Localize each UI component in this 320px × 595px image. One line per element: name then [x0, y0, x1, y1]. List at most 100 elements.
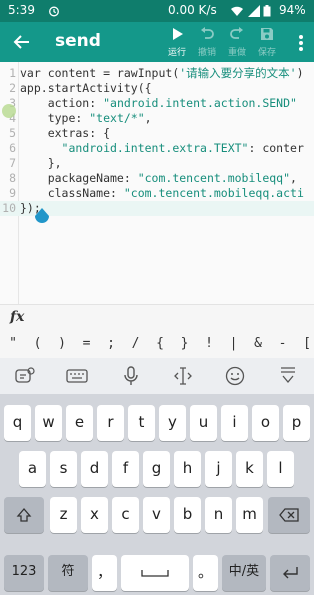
- undo-button[interactable]: 撤销: [193, 26, 221, 60]
- key-y[interactable]: y: [159, 405, 186, 441]
- key-u[interactable]: u: [190, 405, 217, 441]
- code-line[interactable]: 5 extras: {: [0, 126, 314, 141]
- key-k[interactable]: k: [236, 451, 263, 487]
- key-x[interactable]: x: [81, 497, 108, 533]
- code-line[interactable]: 3 action: "android.intent.action.SEND": [0, 96, 314, 111]
- space-bar-icon: [141, 569, 169, 577]
- key-o[interactable]: o: [252, 405, 279, 441]
- period-key[interactable]: 。: [193, 555, 218, 591]
- comma-key[interactable]: ，: [92, 555, 117, 591]
- network-speed: 0.00 K/s: [168, 3, 217, 17]
- app-toolbar: send 运行 撤销 重做 保存: [0, 22, 314, 62]
- symbol-key[interactable]: (: [28, 336, 48, 351]
- key-e[interactable]: e: [66, 405, 93, 441]
- symbol-bar: " () =; / {}! | & -[: [0, 332, 314, 358]
- code-line[interactable]: 1 var content = rawInput('请输入要分享的文本'): [0, 66, 314, 81]
- battery-icon: [263, 5, 271, 17]
- key-h[interactable]: h: [174, 451, 201, 487]
- symbol-key[interactable]: =: [77, 336, 97, 351]
- symbol-key[interactable]: ): [52, 336, 72, 351]
- redo-button[interactable]: 重做: [223, 26, 251, 60]
- selection-handle-left[interactable]: [2, 104, 16, 118]
- code-line[interactable]: 8 packageName: "com.tencent.mobileqq",: [0, 171, 314, 186]
- cursor-handle[interactable]: [34, 208, 50, 228]
- key-d[interactable]: d: [81, 451, 108, 487]
- backspace-key[interactable]: [268, 497, 310, 533]
- key-l[interactable]: l: [267, 451, 294, 487]
- language-switch-key[interactable]: 中/英: [222, 555, 266, 591]
- key-q[interactable]: q: [4, 405, 31, 441]
- symbol-key[interactable]: }: [175, 336, 195, 351]
- line-number: 8: [9, 171, 16, 185]
- space-key[interactable]: [121, 555, 189, 591]
- symbol-key[interactable]: [: [297, 336, 317, 351]
- play-icon: [173, 28, 183, 40]
- symbol-key[interactable]: /: [126, 336, 146, 351]
- code-text: },: [20, 156, 62, 170]
- save-icon: [261, 28, 273, 40]
- symbol-key[interactable]: !: [199, 336, 219, 351]
- code-text: extras: {: [20, 126, 111, 140]
- key-f[interactable]: f: [112, 451, 139, 487]
- symbols-key[interactable]: 符: [48, 555, 88, 591]
- line-number: 7: [9, 156, 16, 170]
- code-line[interactable]: 4 type: "text/*",: [0, 111, 314, 126]
- keyboard-icon[interactable]: [66, 366, 88, 386]
- more-options-icon[interactable]: [298, 34, 304, 52]
- alarm-icon: [49, 6, 59, 17]
- undo-icon: [201, 27, 214, 39]
- enter-key[interactable]: [270, 555, 310, 591]
- key-t[interactable]: t: [128, 405, 155, 441]
- key-w[interactable]: w: [35, 405, 62, 441]
- collapse-keyboard-icon[interactable]: [277, 366, 299, 386]
- backspace-icon: [279, 507, 299, 522]
- emoji-icon[interactable]: [224, 366, 246, 386]
- key-z[interactable]: z: [50, 497, 77, 533]
- key-m[interactable]: m: [236, 497, 263, 533]
- code-line[interactable]: 2 app.startActivity({: [0, 81, 314, 96]
- key-g[interactable]: g: [143, 451, 170, 487]
- line-number: 9: [9, 186, 16, 200]
- code-text: "android.intent.extra.TEXT": conter: [61, 141, 304, 155]
- key-n[interactable]: n: [205, 497, 232, 533]
- symbol-key[interactable]: ": [3, 336, 23, 351]
- save-button[interactable]: 保存: [253, 26, 281, 60]
- microphone-icon[interactable]: [120, 366, 142, 386]
- wifi-icon: [231, 6, 243, 16]
- key-r[interactable]: r: [97, 405, 124, 441]
- run-label: 运行: [167, 48, 186, 58]
- code-line[interactable]: 6 "android.intent.extra.TEXT": conter: [0, 141, 314, 156]
- shift-key[interactable]: [4, 497, 44, 533]
- key-a[interactable]: a: [19, 451, 46, 487]
- symbol-key[interactable]: |: [224, 336, 244, 351]
- code-line[interactable]: 9 className: "com.tencent.mobileqq.acti: [0, 186, 314, 201]
- line-number: 1: [9, 66, 16, 80]
- save-label: 保存: [257, 48, 276, 58]
- run-button[interactable]: 运行: [163, 26, 191, 60]
- numbers-key[interactable]: 123: [4, 555, 44, 591]
- shift-icon: [16, 507, 32, 522]
- code-text: var content = rawInput('请输入要分享的文本'): [20, 66, 304, 80]
- key-p[interactable]: p: [283, 405, 310, 441]
- input-method-icon[interactable]: [14, 366, 36, 386]
- function-button[interactable]: fx: [10, 309, 24, 325]
- enter-icon: [283, 566, 298, 578]
- key-b[interactable]: b: [174, 497, 201, 533]
- code-text: type: "text/*",: [20, 111, 152, 125]
- redo-icon: [230, 27, 243, 39]
- cursor-move-icon[interactable]: [172, 366, 194, 386]
- back-arrow-icon[interactable]: [12, 32, 32, 52]
- code-editor[interactable]: 1 var content = rawInput('请输入要分享的文本') 2 app…: [0, 62, 314, 304]
- key-c[interactable]: c: [112, 497, 139, 533]
- symbol-key[interactable]: {: [150, 336, 170, 351]
- status-bar: 5:39 0.00 K/s 94%: [0, 0, 314, 22]
- symbol-key[interactable]: &: [248, 336, 268, 351]
- code-line[interactable]: 7 },: [0, 156, 314, 171]
- key-s[interactable]: s: [50, 451, 77, 487]
- key-i[interactable]: i: [221, 405, 248, 441]
- redo-label: 重做: [227, 48, 246, 58]
- symbol-key[interactable]: ;: [101, 336, 121, 351]
- key-v[interactable]: v: [143, 497, 170, 533]
- symbol-key[interactable]: -: [273, 336, 293, 351]
- key-j[interactable]: j: [205, 451, 232, 487]
